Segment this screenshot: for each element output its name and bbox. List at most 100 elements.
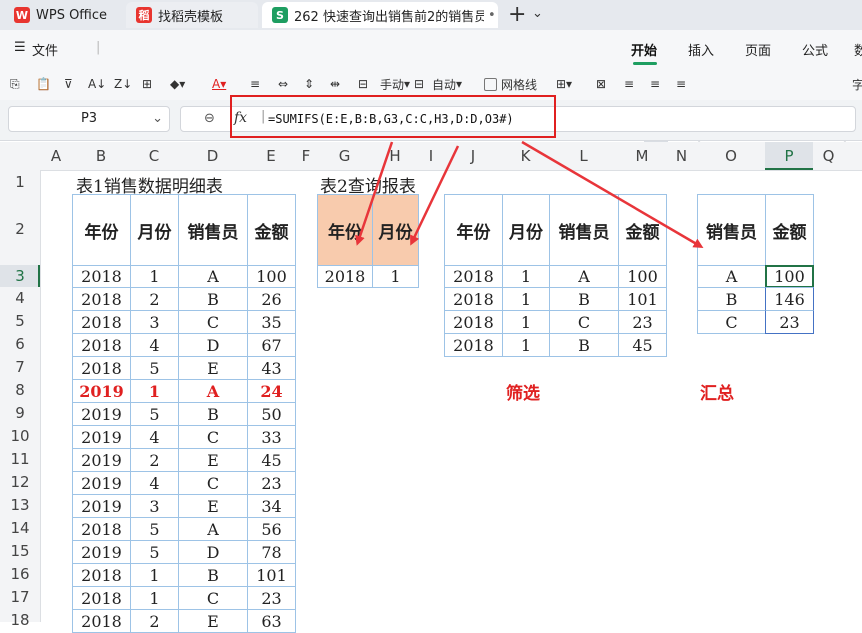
table1-cell[interactable]: 5 (130, 540, 179, 564)
table1-header[interactable]: 金额 (247, 194, 296, 266)
filter-cell[interactable]: 100 (618, 265, 667, 288)
table1-cell[interactable]: 67 (247, 333, 296, 357)
column-header-a[interactable]: A (40, 144, 72, 168)
summary-cell[interactable]: 23 (765, 310, 814, 334)
row-header-17[interactable]: 17 (0, 586, 40, 609)
row-header-12[interactable]: 12 (0, 471, 40, 494)
table1-cell[interactable]: 50 (247, 402, 296, 426)
filter-cell[interactable]: 101 (618, 287, 667, 311)
filter-header[interactable]: 月份 (502, 194, 550, 266)
table1-cell[interactable]: C (178, 586, 248, 610)
table1-cell[interactable]: D (178, 333, 248, 357)
table1-cell[interactable]: A (178, 265, 248, 288)
name-box[interactable]: P3 ⌄ (8, 106, 170, 132)
table1-cell[interactable]: 78 (247, 540, 296, 564)
filter-cell[interactable]: 1 (502, 265, 550, 288)
cell-style-icon[interactable]: ⊞▾ (556, 74, 572, 94)
table1-cell[interactable]: E (178, 448, 248, 472)
table1-cell[interactable]: 2 (130, 448, 179, 472)
filter-header[interactable]: 销售员 (549, 194, 619, 266)
table1-cell[interactable]: C (178, 425, 248, 449)
row-header-14[interactable]: 14 (0, 517, 40, 540)
table1-cell[interactable]: B (178, 563, 248, 587)
table2-header[interactable]: 年份 (317, 194, 373, 266)
filter-cell[interactable]: 2018 (444, 287, 503, 311)
column-header-d[interactable]: D (178, 144, 247, 168)
table1-cell[interactable]: 34 (247, 494, 296, 518)
align-right-icon[interactable]: ≡ (676, 74, 686, 94)
table2-cell[interactable]: 2018 (317, 265, 373, 288)
table1-cell[interactable]: 1 (130, 586, 179, 610)
row-header-3[interactable]: 3 (0, 265, 40, 287)
table1-cell[interactable]: 1 (130, 563, 179, 587)
close-icon[interactable]: • (488, 8, 496, 23)
table1-cell[interactable]: 26 (247, 287, 296, 311)
table1-cell[interactable]: 2018 (72, 586, 131, 610)
table1-cell[interactable]: 2018 (72, 517, 131, 541)
table1-cell[interactable]: A (178, 517, 248, 541)
filter-cell[interactable]: B (549, 333, 619, 357)
table1-cell[interactable]: B (178, 287, 248, 311)
column-width-icon[interactable]: ⇹ (330, 74, 340, 94)
filter-header[interactable]: 金额 (618, 194, 667, 266)
table1-header[interactable]: 销售员 (178, 194, 248, 266)
table1-cell[interactable]: B (178, 402, 248, 426)
clear-icon[interactable]: ⊠ (596, 74, 606, 94)
summary-cell[interactable]: C (697, 310, 766, 334)
filter-cell[interactable]: 1 (502, 287, 550, 311)
table1-cell[interactable]: 5 (130, 356, 179, 380)
menu-page[interactable]: 页面 (745, 40, 771, 59)
row-header-18[interactable]: 18 (0, 609, 40, 632)
table1-cell[interactable]: 5 (130, 517, 179, 541)
table1-cell[interactable]: 2019 (72, 448, 131, 472)
zoom-formula-icon[interactable]: ⊖ (204, 111, 215, 126)
column-header-b[interactable]: B (72, 144, 130, 168)
table1-cell[interactable]: 1 (130, 379, 179, 403)
filter-cell[interactable]: A (549, 265, 619, 288)
table1-cell[interactable]: 56 (247, 517, 296, 541)
row-header-8[interactable]: 8 (0, 379, 40, 402)
row-header-6[interactable]: 6 (0, 333, 40, 356)
table1-cell[interactable]: 101 (247, 563, 296, 587)
row-header-11[interactable]: 11 (0, 448, 40, 471)
table1-cell[interactable]: A (178, 379, 248, 403)
new-tab-button[interactable]: + (508, 2, 526, 27)
row-header-16[interactable]: 16 (0, 563, 40, 586)
table2-cell[interactable]: 1 (372, 265, 419, 288)
table1-cell[interactable]: 4 (130, 425, 179, 449)
gridlines-checkbox[interactable]: 网格线 (484, 74, 537, 94)
table1-cell[interactable]: E (178, 494, 248, 518)
column-header-l[interactable]: L (549, 144, 618, 168)
font-size-label[interactable]: 字 (852, 74, 862, 94)
filter-cell[interactable]: 1 (502, 333, 550, 357)
table1-cell[interactable]: 33 (247, 425, 296, 449)
table1-cell[interactable]: 2019 (72, 402, 131, 426)
filter-cell[interactable]: B (549, 287, 619, 311)
table1-cell[interactable]: 2018 (72, 310, 131, 334)
column-width-mode-icon[interactable]: ⊟ (414, 74, 424, 94)
align-center-icon[interactable]: ≡ (650, 74, 660, 94)
summary-cell[interactable]: 146 (765, 287, 814, 311)
table1-cell[interactable]: 4 (130, 333, 179, 357)
summary-header[interactable]: 销售员 (697, 194, 766, 266)
menu-data[interactable]: 数 (854, 40, 862, 59)
format-painter-icon[interactable]: ⎘ (10, 74, 20, 94)
filter-cell[interactable]: 2018 (444, 310, 503, 334)
row-header-1[interactable]: 1 (0, 170, 40, 194)
filter-header[interactable]: 年份 (444, 194, 503, 266)
menu-file[interactable]: 文件 (32, 40, 58, 59)
column-header-m[interactable]: M (618, 144, 666, 168)
table1-cell[interactable]: 4 (130, 471, 179, 495)
column-header-i[interactable]: I (418, 144, 444, 168)
wrap-icon[interactable]: ≡ (250, 74, 260, 94)
table1-cell[interactable]: 23 (247, 586, 296, 610)
filter-cell[interactable]: C (549, 310, 619, 334)
row-height-mode-icon[interactable]: ⊟ (358, 74, 368, 94)
table1-cell[interactable]: 2018 (72, 356, 131, 380)
menu-formula[interactable]: 公式 (802, 40, 828, 59)
table1-cell[interactable]: 100 (247, 265, 296, 288)
column-header-c[interactable]: C (130, 144, 178, 168)
tab-active-sheet[interactable]: S 262 快速查询出销售前2的销售员 • (262, 2, 498, 28)
table1-cell[interactable]: 3 (130, 310, 179, 334)
merge-icon[interactable]: ⇔ (278, 74, 288, 94)
